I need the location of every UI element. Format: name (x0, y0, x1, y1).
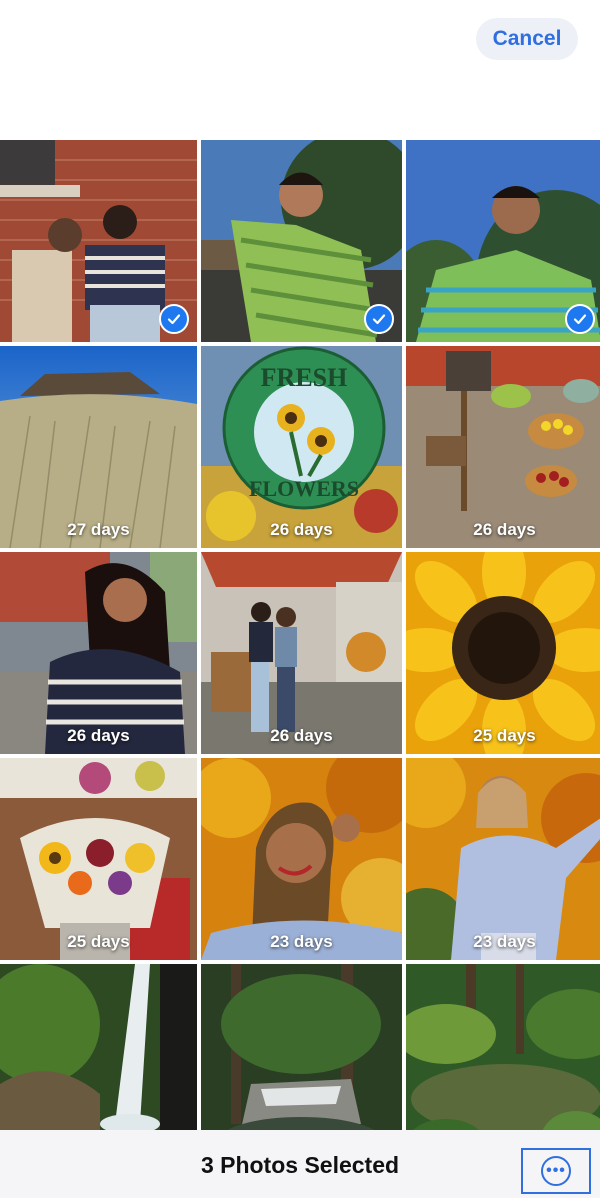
produce-market-photo (406, 346, 600, 548)
fresh-flowers-sign-photo: FRESH FLOWERS (201, 346, 402, 548)
svg-text:FRESH: FRESH (261, 363, 348, 392)
more-options-button[interactable]: ••• (521, 1148, 591, 1194)
sunflower-closeup-photo (406, 552, 600, 754)
selection-count-title: 3 Photos Selected (200, 1152, 400, 1178)
photo-cell-6[interactable]: 26 days (406, 346, 600, 548)
photo-cell-2[interactable] (201, 140, 402, 342)
photo-cell-11[interactable]: 23 days (201, 758, 402, 960)
photo-age-label: 25 days (67, 932, 130, 951)
photo-cell-3[interactable] (406, 140, 600, 342)
photo-age-label: 26 days (270, 726, 333, 745)
photo-grid: 27 days FRESH FLOWERS 26 days 26 days 26… (0, 140, 600, 1130)
waterfall-photo (0, 964, 197, 1130)
photo-age-label: 23 days (473, 932, 536, 951)
photo-age-label: 26 days (270, 520, 333, 539)
mesa-grassland-photo (0, 346, 197, 548)
photo-age-label: 23 days (270, 932, 333, 951)
woman-striped-sweater-photo (0, 552, 197, 754)
photo-cell-4[interactable]: 27 days (0, 346, 197, 548)
flower-bouquet-photo (0, 758, 197, 960)
photo-cell-8[interactable]: 26 days (201, 552, 402, 754)
photo-cell-10[interactable]: 25 days (0, 758, 197, 960)
photo-cell-9[interactable]: 25 days (406, 552, 600, 754)
couple-market-stall-photo (201, 552, 402, 754)
photo-cell-15[interactable] (406, 964, 600, 1130)
photo-cell-7[interactable]: 26 days (0, 552, 197, 754)
photo-cell-13[interactable] (0, 964, 197, 1130)
checkmark-icon (159, 304, 189, 334)
checkmark-icon (565, 304, 595, 334)
cancel-button[interactable]: Cancel (476, 18, 578, 60)
photo-age-label: 26 days (473, 520, 536, 539)
photo-cell-14[interactable] (201, 964, 402, 1130)
photo-cell-1[interactable] (0, 140, 197, 342)
ellipsis-circle-icon: ••• (541, 1156, 571, 1186)
photo-cell-5[interactable]: FRESH FLOWERS 26 days (201, 346, 402, 548)
photo-cell-12[interactable]: 23 days (406, 758, 600, 960)
japanese-garden-pond-photo (406, 964, 600, 1130)
woman-autumn-pose-photo (406, 758, 600, 960)
checkmark-icon (364, 304, 394, 334)
photo-age-label: 25 days (473, 726, 536, 745)
woman-autumn-leaves-photo (201, 758, 402, 960)
bottom-toolbar: 3 Photos Selected ••• (0, 1130, 600, 1198)
photo-age-label: 26 days (67, 726, 130, 745)
forest-stream-photo (201, 964, 402, 1130)
svg-text:FLOWERS: FLOWERS (249, 476, 359, 501)
photo-age-label: 27 days (67, 520, 130, 539)
